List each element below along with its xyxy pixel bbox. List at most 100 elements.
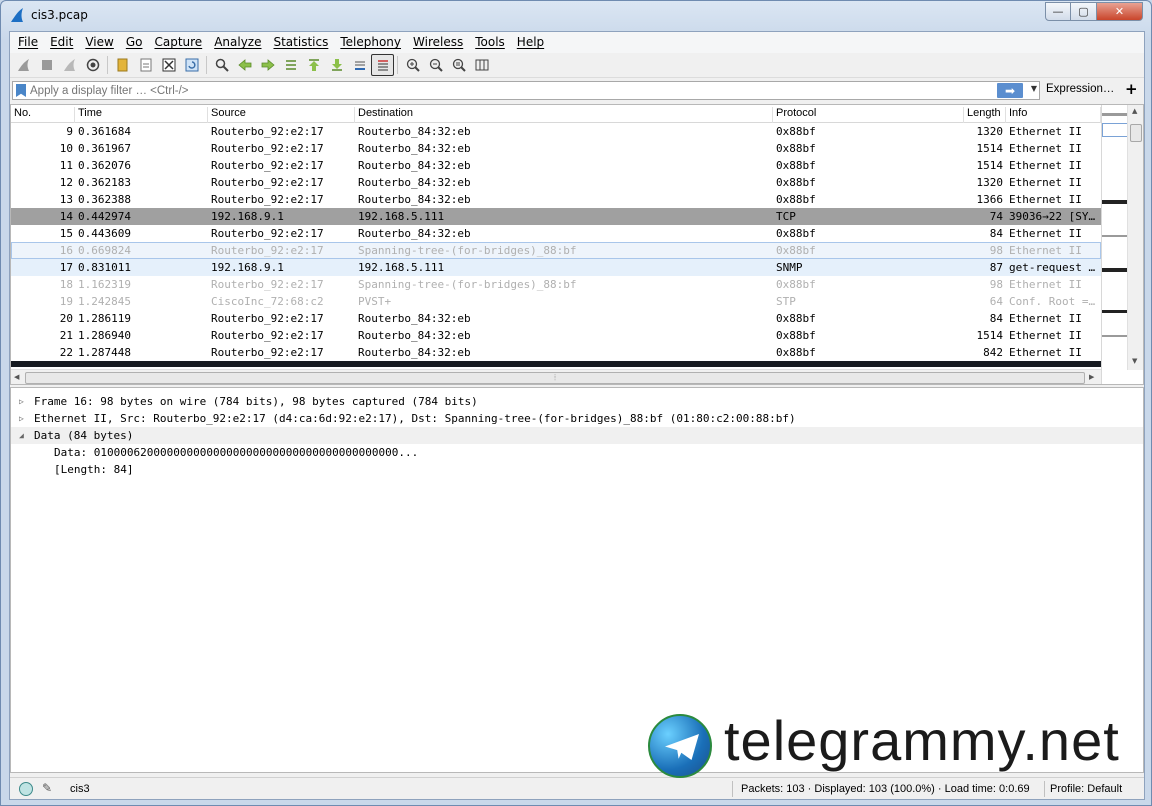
menu-edit[interactable]: Edit xyxy=(44,32,79,53)
menu-help[interactable]: Help xyxy=(511,32,550,53)
start-capture-icon[interactable] xyxy=(12,54,35,76)
zoom-out-icon[interactable] xyxy=(424,54,447,76)
column-header-info[interactable]: Info xyxy=(1006,107,1101,123)
packet-row[interactable]: 19 1.242845 CiscoInc_72:68:c2 PVST+ STP 64 Con… xyxy=(11,293,1101,310)
reload-file-icon[interactable] xyxy=(180,54,203,76)
menu-tools[interactable]: Tools xyxy=(469,32,511,53)
go-forward-icon[interactable] xyxy=(256,54,279,76)
packet-protocol: SNMP xyxy=(776,261,803,274)
packet-row[interactable]: 12 0.362183 Routerbo_92:e2:17 Routerbo_84:3… xyxy=(11,174,1101,191)
minimize-button[interactable]: — xyxy=(1045,2,1071,21)
menu-file[interactable]: File xyxy=(12,32,44,53)
detail-data-bytes-row[interactable]: Data: 0100006200000000000000000000000000… xyxy=(11,444,1143,461)
title-bar[interactable]: cis3.pcap — ▢ ✕ xyxy=(1,1,1151,31)
edit-comment-icon[interactable]: ✎ xyxy=(42,781,52,795)
packet-no: 14 xyxy=(59,210,73,223)
packet-source: Routerbo_92:e2:17 xyxy=(211,278,324,291)
collapse-arrow-icon[interactable]: ◢ xyxy=(19,427,24,444)
column-header-destination[interactable]: Destination xyxy=(355,107,773,123)
apply-filter-arrow-icon[interactable]: ➡ xyxy=(997,83,1023,98)
packet-row[interactable]: 10 0.361967 Routerbo_92:e2:17 Routerbo_84:3… xyxy=(11,140,1101,157)
close-button[interactable]: ✕ xyxy=(1097,2,1143,21)
packet-list-vscrollbar[interactable]: ▲ ▼ xyxy=(1127,105,1143,370)
packet-row[interactable]: 13 0.362388 Routerbo_92:e2:17 Routerbo_84:3… xyxy=(11,191,1101,208)
packet-list-hscrollbar[interactable]: ◀ ⦙ ▶ xyxy=(11,369,1101,384)
open-file-icon[interactable] xyxy=(111,54,134,76)
window-controls: — ▢ ✕ xyxy=(1045,2,1143,21)
column-header-time[interactable]: Time xyxy=(75,107,208,123)
scroll-right-icon[interactable]: ▶ xyxy=(1089,373,1094,381)
capture-options-icon[interactable] xyxy=(81,54,104,76)
packet-list-header: No. Time Source Destination Protocol Len… xyxy=(11,105,1101,123)
scroll-left-icon[interactable]: ◀ xyxy=(14,373,19,381)
packet-row[interactable]: 18 1.162319 Routerbo_92:e2:17 Spanning-tree… xyxy=(11,276,1101,293)
packet-row[interactable]: 11 0.362076 Routerbo_92:e2:17 Routerbo_84:3… xyxy=(11,157,1101,174)
detail-text: Frame 16: 98 bytes on wire (784 bits), 9… xyxy=(34,395,478,408)
expression-button[interactable]: Expression… xyxy=(1046,83,1114,95)
menu-telephony[interactable]: Telephony xyxy=(334,32,407,53)
packet-row[interactable]: 9 0.361684 Routerbo_92:e2:17 Routerbo_84:32… xyxy=(11,123,1101,140)
display-filter-bar: ➡ ▼ Expression… + xyxy=(10,80,1144,102)
status-profile[interactable]: Profile: Default xyxy=(1050,783,1122,795)
find-packet-icon[interactable] xyxy=(210,54,233,76)
stop-capture-icon[interactable] xyxy=(35,54,58,76)
column-header-no[interactable]: No. xyxy=(11,107,75,123)
minimap-viewport xyxy=(1102,123,1128,137)
menu-go[interactable]: Go xyxy=(120,32,149,53)
filter-dropdown-icon[interactable]: ▼ xyxy=(1031,84,1037,93)
packet-destination: Routerbo_84:32:eb xyxy=(358,193,471,206)
packet-row-partial[interactable] xyxy=(11,361,1101,367)
vscroll-thumb[interactable] xyxy=(1130,124,1142,142)
add-filter-button[interactable]: + xyxy=(1125,80,1138,98)
menu-wireless[interactable]: Wireless xyxy=(407,32,469,53)
app-window: cis3.pcap — ▢ ✕ File Edit View Go Captur… xyxy=(0,0,1152,806)
packet-row[interactable]: 15 0.443609 Routerbo_92:e2:17 Routerbo_84:3… xyxy=(11,225,1101,242)
column-header-protocol[interactable]: Protocol xyxy=(773,107,964,123)
packet-row[interactable]: 16 0.669824 Routerbo_92:e2:17 Spanning-tree… xyxy=(11,242,1101,259)
packet-protocol: 0x88bf xyxy=(776,142,816,155)
column-header-length[interactable]: Length xyxy=(964,107,1006,123)
autoscroll-icon[interactable] xyxy=(348,54,371,76)
zoom-in-icon[interactable] xyxy=(401,54,424,76)
column-header-source[interactable]: Source xyxy=(208,107,355,123)
packet-minimap[interactable] xyxy=(1101,105,1128,384)
packet-row[interactable]: 17 0.831011 192.168.9.1 192.168.5.111 SNMP 87… xyxy=(11,259,1101,276)
scroll-down-icon[interactable]: ▼ xyxy=(1132,357,1137,365)
packet-destination: Spanning-tree-(for-bridges)_88:bf xyxy=(358,278,577,291)
display-filter-input[interactable] xyxy=(30,84,980,97)
last-packet-icon[interactable] xyxy=(325,54,348,76)
detail-frame-row[interactable]: ▷ Frame 16: 98 bytes on wire (784 bits),… xyxy=(11,393,1143,410)
expert-info-icon[interactable] xyxy=(19,782,33,796)
toolbar-separator xyxy=(206,56,207,74)
packet-row[interactable]: 20 1.286119 Routerbo_92:e2:17 Routerbo_84:3… xyxy=(11,310,1101,327)
packet-length: 84 xyxy=(989,227,1003,240)
menu-capture[interactable]: Capture xyxy=(148,32,208,53)
first-packet-icon[interactable] xyxy=(302,54,325,76)
detail-ethernet-row[interactable]: ▷ Ethernet II, Src: Routerbo_92:e2:17 (d… xyxy=(11,410,1143,427)
menu-view[interactable]: View xyxy=(79,32,119,53)
filter-bookmark-icon[interactable] xyxy=(16,84,26,97)
save-file-icon[interactable] xyxy=(134,54,157,76)
menu-statistics[interactable]: Statistics xyxy=(267,32,334,53)
hscroll-thumb[interactable]: ⦙ xyxy=(25,372,1085,384)
telegram-logo-icon xyxy=(648,714,712,778)
status-divider xyxy=(732,781,733,797)
expand-arrow-icon[interactable]: ▷ xyxy=(19,393,24,410)
packet-row[interactable]: 14 0.442974 192.168.9.1 192.168.5.111 TCP 74 3… xyxy=(11,208,1101,225)
scroll-up-icon[interactable]: ▲ xyxy=(1132,107,1137,115)
go-to-packet-icon[interactable] xyxy=(279,54,302,76)
close-file-icon[interactable] xyxy=(157,54,180,76)
go-back-icon[interactable] xyxy=(233,54,256,76)
detail-length-row[interactable]: [Length: 84] xyxy=(11,461,1143,478)
restart-capture-icon[interactable] xyxy=(58,54,81,76)
packet-row[interactable]: 22 1.287448 Routerbo_92:e2:17 Routerbo_84:3… xyxy=(11,344,1101,361)
expand-arrow-icon[interactable]: ▷ xyxy=(19,410,24,427)
resize-columns-icon[interactable] xyxy=(470,54,493,76)
maximize-button[interactable]: ▢ xyxy=(1071,2,1097,21)
detail-data-row[interactable]: ◢ Data (84 bytes) xyxy=(11,427,1143,444)
packet-row[interactable]: 21 1.286940 Routerbo_92:e2:17 Routerbo_84:3… xyxy=(11,327,1101,344)
colorize-icon[interactable] xyxy=(371,54,394,76)
normal-size-icon[interactable] xyxy=(447,54,470,76)
menu-analyze[interactable]: Analyze xyxy=(208,32,267,53)
packet-source: Routerbo_92:e2:17 xyxy=(211,244,324,257)
